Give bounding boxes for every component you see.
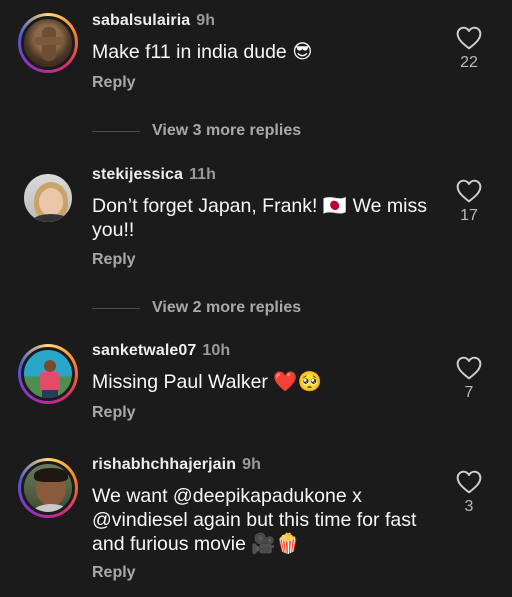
view-more-replies[interactable]: View 3 more replies <box>92 121 301 141</box>
timestamp: 11h <box>189 166 217 183</box>
timestamp: 10h <box>202 342 231 359</box>
comment-header: sanketwale07 10h <box>92 342 230 360</box>
heart-icon[interactable] <box>456 179 482 203</box>
view-more-replies-label: View 3 more replies <box>152 122 302 139</box>
comment-text: We want @deepikapadukone x @vindiesel ag… <box>92 485 417 555</box>
comment-text: Missing Paul Walker ❤️🥺 <box>92 371 322 393</box>
reply-button[interactable]: Reply <box>92 74 136 92</box>
comment-header: rishabhchhajerjain 9h <box>92 456 261 474</box>
like-column: 22 <box>452 26 486 72</box>
child-photo-icon <box>21 461 75 515</box>
username[interactable]: sanketwale07 <box>92 342 196 359</box>
reply-button[interactable]: Reply <box>92 564 136 582</box>
avatar[interactable] <box>18 458 78 518</box>
like-column: 17 <box>452 179 486 225</box>
like-count: 3 <box>464 498 474 515</box>
divider-line <box>92 307 140 309</box>
view-more-replies-label: View 2 more replies <box>152 299 302 316</box>
divider-line <box>92 130 140 132</box>
username[interactable]: stekijessica <box>92 166 183 183</box>
comment-text: Make f11 in india dude 😎 <box>92 41 313 63</box>
avatar[interactable] <box>18 168 78 228</box>
username[interactable]: sabalsulairia <box>92 12 190 29</box>
avatar[interactable] <box>18 13 78 73</box>
comment-text: Don’t forget Japan, Frank! 🇯🇵 We miss yo… <box>92 195 427 241</box>
view-more-replies[interactable]: View 2 more replies <box>92 298 301 318</box>
heart-icon[interactable] <box>456 26 482 50</box>
heart-icon[interactable] <box>456 356 482 380</box>
avatar[interactable] <box>18 344 78 404</box>
comment-header: sabalsulairia 9h <box>92 12 215 30</box>
username[interactable]: rishabhchhajerjain <box>92 456 236 473</box>
like-count: 7 <box>464 384 474 401</box>
reply-button[interactable]: Reply <box>92 251 136 269</box>
timestamp: 9h <box>242 456 261 473</box>
comment-header: stekijessica 11h <box>92 166 216 184</box>
like-column: 7 <box>452 356 486 402</box>
like-column: 3 <box>452 470 486 516</box>
heart-icon[interactable] <box>456 470 482 494</box>
reply-button[interactable]: Reply <box>92 404 136 422</box>
like-count: 17 <box>460 207 478 224</box>
statue-photo-icon <box>21 16 75 70</box>
comments-feed: sabalsulairia 9h Make f11 in india dude 😎… <box>0 0 512 597</box>
woman-photo-icon <box>21 171 75 225</box>
like-count: 22 <box>460 54 478 71</box>
timestamp: 9h <box>196 12 216 29</box>
man-beach-photo-icon <box>21 347 75 401</box>
